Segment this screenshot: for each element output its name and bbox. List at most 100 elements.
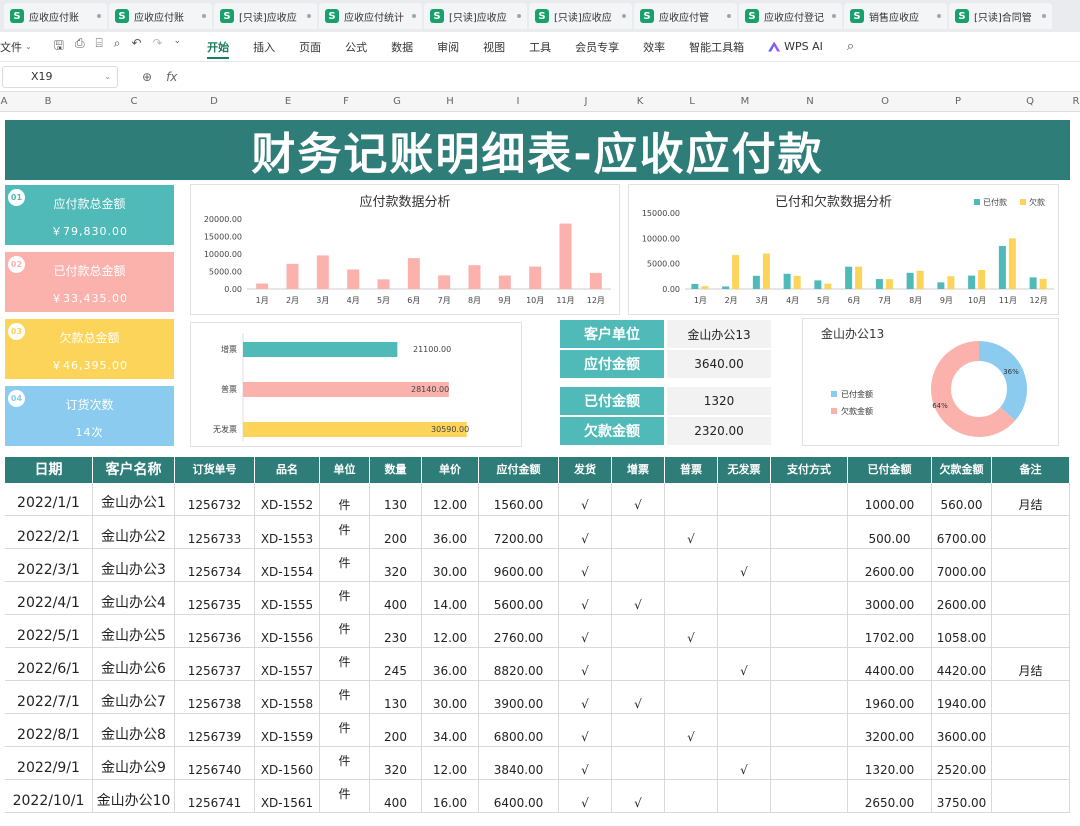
table-cell[interactable]: 230 [370, 615, 422, 648]
column-letter[interactable]: E [285, 92, 291, 112]
table-cell[interactable]: 36.00 [422, 516, 479, 549]
table-cell[interactable]: 1320.00 [848, 747, 932, 780]
table-cell[interactable]: 2022/10/1 [5, 780, 93, 813]
table-cell[interactable] [718, 615, 771, 648]
table-cell[interactable]: 4400.00 [848, 648, 932, 681]
table-cell[interactable]: XD-1552 [255, 483, 320, 516]
table-cell[interactable]: √ [559, 648, 612, 681]
document-tab[interactable]: S 应收应付管 [634, 3, 737, 29]
table-cell[interactable]: XD-1557 [255, 648, 320, 681]
table-cell[interactable]: 1256735 [175, 582, 255, 615]
table-cell[interactable]: 6800.00 [479, 714, 559, 747]
table-cell[interactable]: √ [559, 780, 612, 813]
table-cell[interactable] [771, 516, 848, 549]
column-letter[interactable]: N [806, 92, 813, 112]
table-cell[interactable]: 1256741 [175, 780, 255, 813]
table-cell[interactable]: XD-1560 [255, 747, 320, 780]
table-cell[interactable]: 34.00 [422, 714, 479, 747]
document-tab[interactable]: S 销售应收应 [844, 3, 947, 29]
table-cell[interactable]: XD-1554 [255, 549, 320, 582]
table-cell[interactable]: √ [612, 483, 665, 516]
column-letter[interactable]: A [1, 92, 8, 112]
table-cell[interactable]: 14.00 [422, 582, 479, 615]
close-tab-icon[interactable] [832, 14, 836, 18]
table-cell[interactable]: 2600.00 [932, 582, 992, 615]
ribbon-tab[interactable]: 页面 [287, 32, 333, 62]
table-cell[interactable]: 6400.00 [479, 780, 559, 813]
undo-icon[interactable]: ↶ [131, 36, 141, 57]
worksheet[interactable]: 财务记账明细表-应收应付款 01 应付款总金额 ￥79,830.00 02 已付款总金额… [0, 112, 1080, 822]
function-icon[interactable]: fx [166, 70, 177, 84]
close-tab-icon[interactable] [517, 14, 521, 18]
table-cell[interactable]: √ [559, 615, 612, 648]
table-cell[interactable]: 3000.00 [848, 582, 932, 615]
column-letter[interactable]: P [955, 92, 961, 112]
table-cell[interactable] [612, 615, 665, 648]
document-tab[interactable]: S 应收应付账 [4, 3, 107, 29]
table-cell[interactable]: 12.00 [422, 747, 479, 780]
table-cell[interactable]: 金山办公9 [93, 747, 175, 780]
table-cell[interactable] [771, 549, 848, 582]
column-letter[interactable]: J [585, 92, 588, 112]
table-cell[interactable]: 1940.00 [932, 681, 992, 714]
table-cell[interactable] [665, 549, 718, 582]
table-cell[interactable] [612, 648, 665, 681]
column-letter[interactable]: F [343, 92, 349, 112]
table-cell[interactable] [718, 714, 771, 747]
table-cell[interactable]: 7200.00 [479, 516, 559, 549]
table-cell[interactable] [718, 516, 771, 549]
table-cell[interactable] [718, 681, 771, 714]
table-cell[interactable]: 2760.00 [479, 615, 559, 648]
redo-icon[interactable]: ↷ [153, 36, 163, 57]
table-cell[interactable] [992, 681, 1070, 714]
table-cell[interactable]: 2022/9/1 [5, 747, 93, 780]
table-cell[interactable]: 件 [320, 516, 370, 549]
table-cell[interactable]: 4420.00 [932, 648, 992, 681]
print-preview-icon[interactable]: ⌕ [114, 36, 121, 57]
ribbon-tab[interactable]: 审阅 [425, 32, 471, 62]
table-cell[interactable]: 1256739 [175, 714, 255, 747]
table-cell[interactable]: 3750.00 [932, 780, 992, 813]
table-cell[interactable]: 件 [320, 615, 370, 648]
more-chevron-icon[interactable]: ⌄ [174, 36, 182, 57]
column-letter[interactable]: H [446, 92, 454, 112]
document-tab[interactable]: S [只读]应收应 [424, 3, 527, 29]
table-cell[interactable]: √ [559, 747, 612, 780]
table-cell[interactable]: 5600.00 [479, 582, 559, 615]
table-cell[interactable]: 金山办公3 [93, 549, 175, 582]
table-cell[interactable]: 200 [370, 516, 422, 549]
ribbon-tab[interactable]: 公式 [333, 32, 379, 62]
column-header[interactable]: 应付金额 [479, 457, 559, 483]
table-cell[interactable] [665, 582, 718, 615]
table-cell[interactable]: 245 [370, 648, 422, 681]
column-header[interactable]: 订货单号 [175, 457, 255, 483]
document-tab[interactable]: S 应收应付统计 [319, 3, 422, 29]
table-cell[interactable]: 16.00 [422, 780, 479, 813]
table-cell[interactable]: 2022/5/1 [5, 615, 93, 648]
column-header[interactable]: 数量 [370, 457, 422, 483]
save-icon[interactable]: 🖫 [54, 36, 64, 57]
table-cell[interactable]: 金山办公4 [93, 582, 175, 615]
column-letter[interactable]: R [1073, 92, 1080, 112]
table-cell[interactable]: 130 [370, 483, 422, 516]
table-cell[interactable]: 金山办公5 [93, 615, 175, 648]
table-cell[interactable]: 1256737 [175, 648, 255, 681]
table-cell[interactable]: 3900.00 [479, 681, 559, 714]
document-tab[interactable]: S [只读]应收应 [214, 3, 317, 29]
table-cell[interactable]: XD-1559 [255, 714, 320, 747]
table-cell[interactable]: 件 [320, 483, 370, 516]
table-cell[interactable] [992, 582, 1070, 615]
ribbon-tab[interactable]: 智能工具箱 [677, 32, 756, 62]
table-cell[interactable]: √ [559, 483, 612, 516]
table-cell[interactable] [771, 615, 848, 648]
ribbon-tab[interactable]: 开始 [195, 32, 241, 62]
table-cell[interactable]: √ [718, 648, 771, 681]
table-cell[interactable]: 件 [320, 681, 370, 714]
table-cell[interactable]: 2022/2/1 [5, 516, 93, 549]
column-header[interactable]: 单位 [320, 457, 370, 483]
table-cell[interactable]: 2022/1/1 [5, 483, 93, 516]
table-cell[interactable]: 200 [370, 714, 422, 747]
table-cell[interactable] [612, 714, 665, 747]
ribbon-tab[interactable]: 效率 [631, 32, 677, 62]
table-cell[interactable]: 1560.00 [479, 483, 559, 516]
